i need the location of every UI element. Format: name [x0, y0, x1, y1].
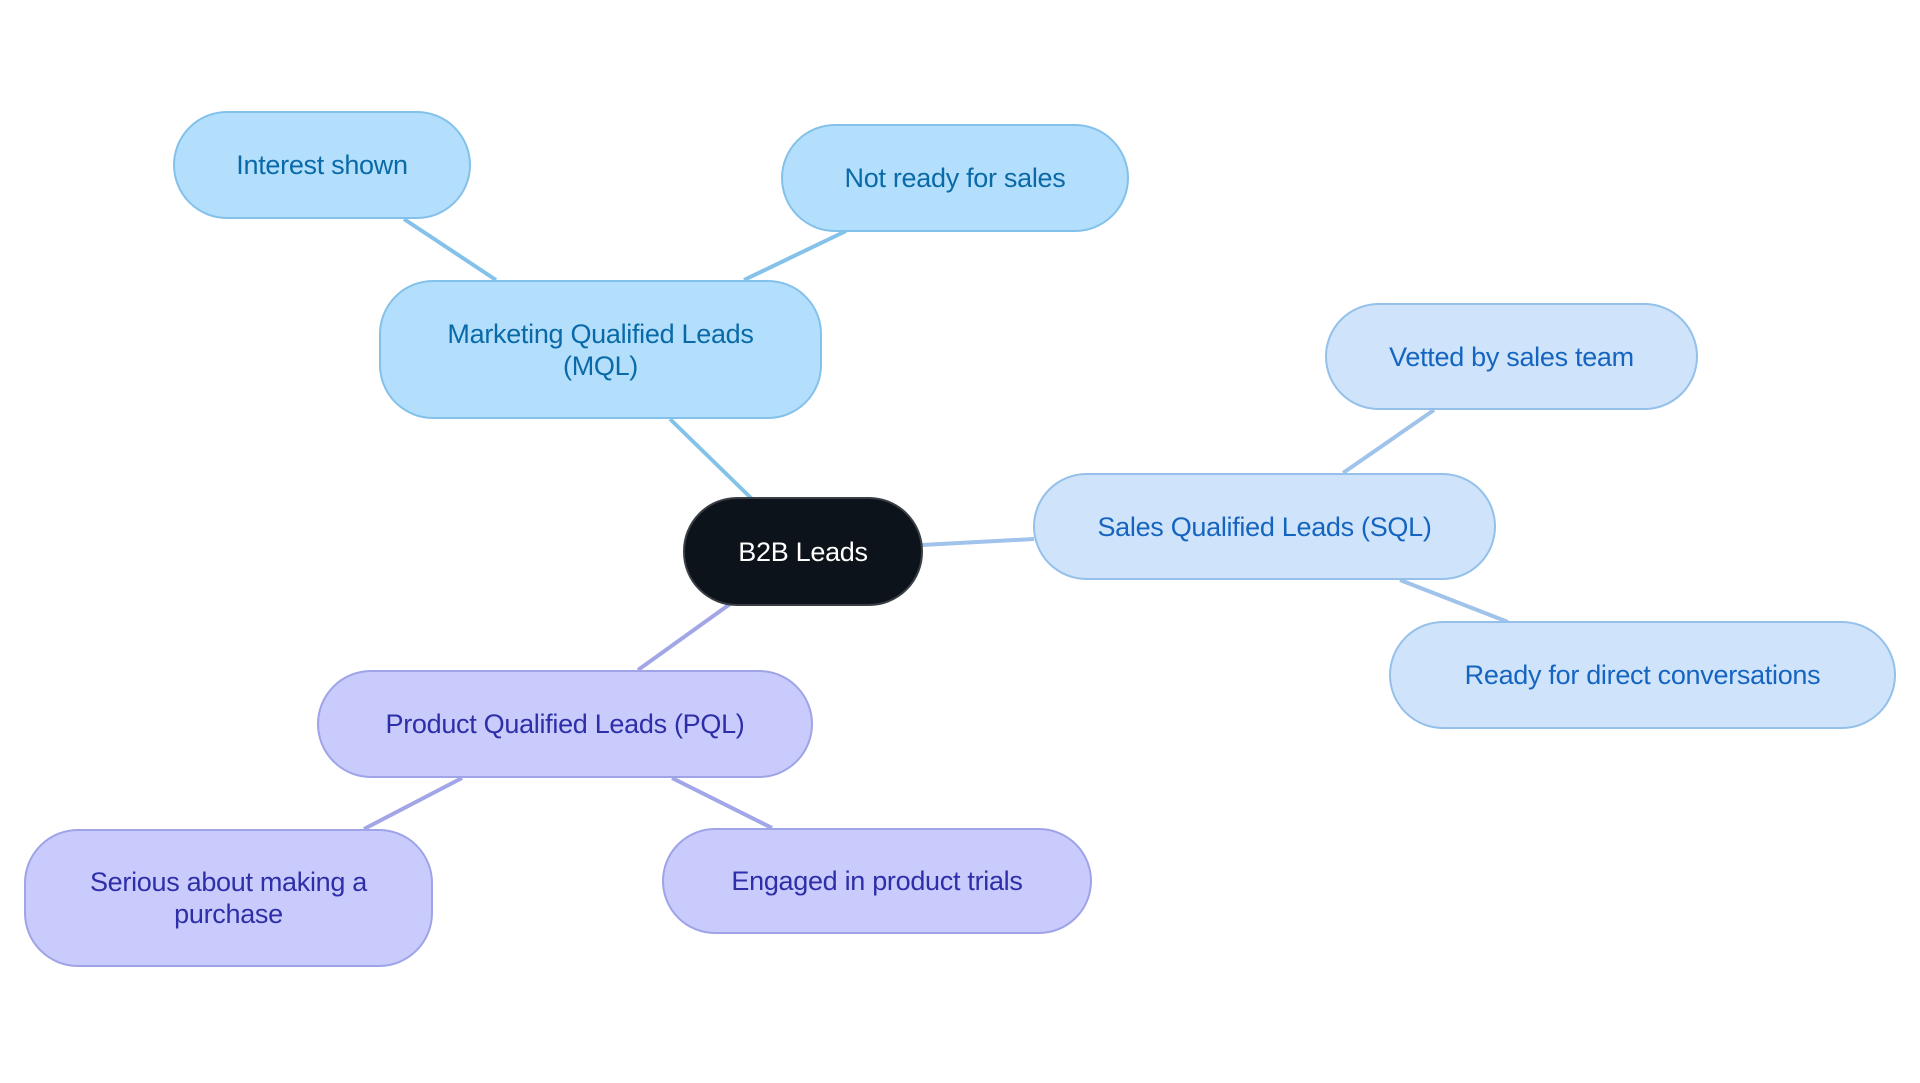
- edge-root-pql: [636, 602, 732, 672]
- node-pql[interactable]: Product Qualified Leads (PQL): [317, 670, 813, 778]
- node-serious-about-making-a-purchase[interactable]: Serious about making a purchase: [24, 829, 433, 967]
- edge-mql-notready: [743, 229, 847, 282]
- node-sql[interactable]: Sales Qualified Leads (SQL): [1033, 473, 1496, 580]
- root-node-b2b-leads[interactable]: B2B Leads: [683, 497, 923, 606]
- node-ready-for-direct-conversations[interactable]: Ready for direct conversations: [1389, 621, 1896, 729]
- edge-pql-serious: [363, 776, 463, 831]
- edge-pql-engaged: [671, 776, 773, 830]
- edge-sql-vetted: [1341, 408, 1436, 475]
- edge-root-sql: [921, 537, 1035, 547]
- edge-root-mql: [668, 417, 754, 501]
- edge-sql-ready: [1399, 578, 1509, 624]
- node-interest-shown[interactable]: Interest shown: [173, 111, 471, 219]
- node-vetted-by-sales-team[interactable]: Vetted by sales team: [1325, 303, 1698, 410]
- node-engaged-in-product-trials[interactable]: Engaged in product trials: [662, 828, 1092, 934]
- edge-mql-interest: [402, 217, 498, 282]
- node-mql[interactable]: Marketing Qualified Leads (MQL): [379, 280, 822, 419]
- node-not-ready-for-sales[interactable]: Not ready for sales: [781, 124, 1129, 232]
